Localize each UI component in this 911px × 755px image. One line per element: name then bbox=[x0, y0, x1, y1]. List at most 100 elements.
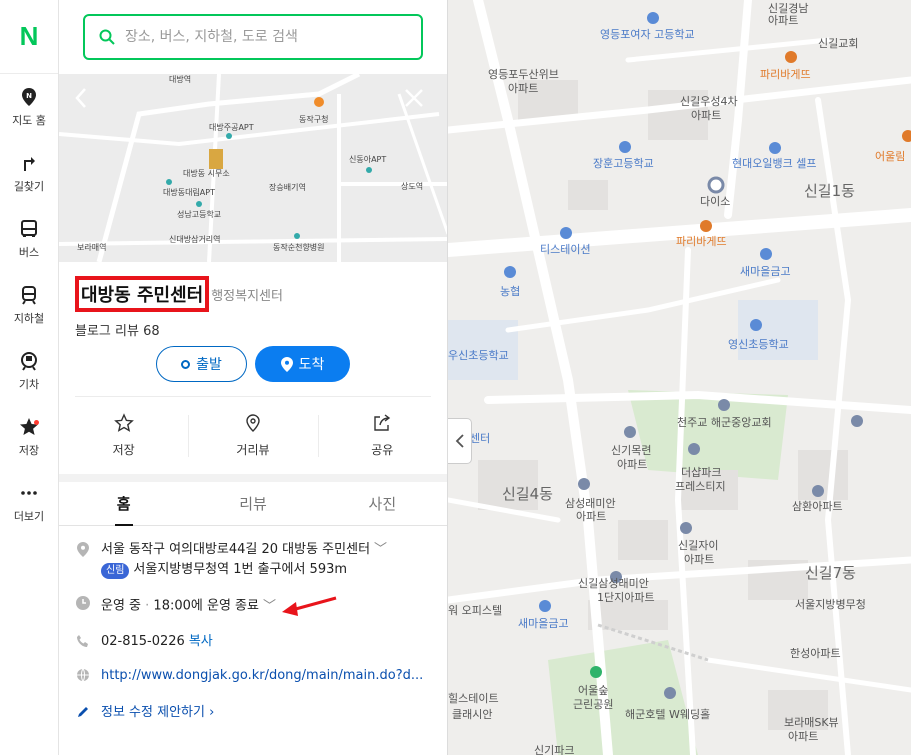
map-label: 삼환아파트 bbox=[792, 500, 843, 513]
rail-label: 버스 bbox=[18, 245, 40, 259]
map-label: 새마을금고 bbox=[740, 265, 791, 278]
arrive-button[interactable]: 도착 bbox=[255, 346, 350, 382]
map-label: 새마을금고 bbox=[518, 617, 569, 630]
copy-button[interactable]: 복사 bbox=[189, 634, 213, 649]
collapse-panel-button[interactable] bbox=[448, 418, 472, 464]
map-label: 영신초등학교 bbox=[728, 338, 789, 351]
street-view-pin-icon bbox=[246, 414, 260, 432]
map-label: 아파트 bbox=[576, 510, 607, 523]
search-box[interactable] bbox=[83, 14, 423, 60]
bus-icon bbox=[21, 219, 37, 237]
rail-label: 더보기 bbox=[13, 509, 45, 523]
subway-icon bbox=[22, 285, 36, 305]
place-category: 행정복지센터 bbox=[211, 288, 283, 304]
map-label: 해군호텔 W웨딩홀 bbox=[625, 708, 711, 721]
map-label: 센터 bbox=[470, 432, 491, 445]
close-icon[interactable] bbox=[404, 88, 424, 108]
thumb-label: 대방동대림APT bbox=[163, 188, 215, 197]
thumb-label: 대방동 시무소 bbox=[183, 169, 230, 178]
rail-label: 저장 bbox=[18, 443, 40, 457]
more-dots-icon bbox=[21, 490, 37, 495]
map-label: 천주교 해군중앙교회 bbox=[677, 416, 772, 429]
action-label: 저장 bbox=[112, 443, 135, 457]
thumb-label: 대방역 bbox=[169, 75, 192, 84]
main-map[interactable]: 영등포여자 고등학교 신길경남 아파트 신길교회 영등포두산위브 아파트 파리바… bbox=[448, 0, 911, 755]
thumb-label: 동작구청 bbox=[299, 115, 329, 124]
rail-train[interactable]: 기차 bbox=[0, 338, 58, 404]
suggest-edit-link[interactable]: 정보 수정 제안하기 bbox=[101, 705, 205, 720]
thumb-label: 신대방삼거리역 bbox=[169, 235, 221, 244]
back-arrow-icon[interactable] bbox=[73, 86, 89, 110]
red-arrow-annotation bbox=[282, 596, 337, 616]
nav-rail: N N 지도 홈 길찾기 버스 지하철 기차 저장 더보기 bbox=[0, 0, 59, 755]
chevron-down-icon[interactable]: ﹀ bbox=[263, 597, 276, 617]
phone-row: 02-815-0226 복사 bbox=[75, 632, 431, 652]
map-label: 어울림 bbox=[875, 150, 906, 163]
map-label: 다이소 bbox=[700, 195, 731, 208]
map-label: 클래시안 bbox=[452, 708, 493, 721]
map-label: 신길교회 bbox=[818, 37, 859, 50]
search-icon bbox=[99, 29, 115, 45]
street-view-action[interactable]: 거리뷰 bbox=[188, 413, 317, 458]
map-pin-n-icon: N bbox=[22, 87, 36, 106]
rail-more[interactable]: 더보기 bbox=[0, 470, 58, 536]
place-map-thumbnail[interactable]: 대방역 동작구청 대방주공APT 신동아APT 대방동 시무소 대방동대림APT… bbox=[59, 74, 447, 262]
map-label: 힐스테이트 bbox=[448, 692, 499, 705]
map-label: 신기파크 bbox=[534, 744, 575, 755]
map-label: 우신초등학교 bbox=[448, 349, 509, 362]
naver-logo[interactable]: N bbox=[0, 0, 58, 74]
share-action[interactable]: 공유 bbox=[317, 413, 447, 458]
pencil-icon bbox=[78, 707, 88, 717]
rail-saved[interactable]: 저장 bbox=[0, 404, 58, 470]
map-label: 아파트 bbox=[768, 14, 799, 27]
rail-directions[interactable]: 길찾기 bbox=[0, 140, 58, 206]
map-label: 아파트 bbox=[684, 553, 715, 566]
map-label: 영등포여자 고등학교 bbox=[600, 28, 695, 41]
review-count[interactable]: 블로그 리뷰 68 bbox=[75, 320, 431, 339]
map-label: 티스테이션 bbox=[540, 243, 591, 256]
hours-end[interactable]: 18:00에 운영 종료 bbox=[153, 599, 259, 614]
map-label: 근린공원 bbox=[573, 698, 614, 711]
tab-photos[interactable]: 사진 bbox=[318, 482, 447, 525]
rail-map-home[interactable]: N 지도 홈 bbox=[0, 74, 58, 140]
thumb-label: 동작순천향병원 bbox=[273, 243, 325, 252]
action-label: 공유 bbox=[371, 443, 394, 457]
location-pin-icon bbox=[280, 356, 293, 372]
thumb-label: 상도역 bbox=[401, 182, 424, 191]
rail-subway[interactable]: 지하철 bbox=[0, 272, 58, 338]
map-label: 파리바게뜨 bbox=[676, 235, 727, 248]
rail-label: 기차 bbox=[18, 377, 40, 391]
chevron-down-icon[interactable]: ﹀ bbox=[374, 540, 387, 560]
search-input[interactable] bbox=[125, 29, 407, 45]
map-label: 아파트 bbox=[508, 82, 539, 95]
place-tabs: 홈 리뷰 사진 bbox=[59, 482, 447, 526]
map-label: 아파트 bbox=[788, 730, 819, 743]
thumb-label: 대방주공APT bbox=[209, 123, 254, 132]
map-label: 1단지아파트 bbox=[597, 591, 655, 604]
rail-label: 지도 홈 bbox=[12, 113, 46, 127]
clock-icon bbox=[76, 596, 90, 610]
thumb-label: 신동아APT bbox=[349, 155, 387, 164]
tab-home[interactable]: 홈 bbox=[59, 482, 188, 526]
start-label: 출발 bbox=[196, 357, 222, 373]
map-label: 장훈고등학교 bbox=[593, 157, 654, 170]
start-button[interactable]: 출발 bbox=[156, 346, 247, 382]
phone-number: 02-815-0226 bbox=[101, 634, 185, 649]
rail-bus[interactable]: 버스 bbox=[0, 206, 58, 272]
origin-dot-icon bbox=[181, 359, 191, 369]
map-label: 프레스티지 bbox=[675, 480, 726, 493]
tab-reviews[interactable]: 리뷰 bbox=[188, 482, 317, 525]
map-label: 농협 bbox=[500, 285, 521, 298]
website-row: http://www.dongjak.go.kr/dong/main/main.… bbox=[75, 666, 431, 693]
save-action[interactable]: 저장 bbox=[59, 413, 188, 458]
rail-label: 길찾기 bbox=[13, 179, 45, 193]
place-panel: 대방역 동작구청 대방주공APT 신동아APT 대방동 시무소 대방동대림APT… bbox=[59, 0, 448, 755]
map-label: 신길1동 bbox=[804, 182, 855, 200]
website-link[interactable]: http://www.dongjak.go.kr/dong/main/main.… bbox=[101, 666, 423, 686]
thumb-label: 보라매역 bbox=[77, 243, 107, 252]
thumb-label: 성남고등학교 bbox=[177, 210, 222, 219]
new-dot bbox=[34, 420, 39, 425]
rail-label: 지하철 bbox=[13, 311, 45, 325]
address[interactable]: 서울 동작구 여의대방로44길 20 대방동 주민센터 bbox=[101, 542, 370, 557]
directions-icon bbox=[24, 156, 35, 171]
